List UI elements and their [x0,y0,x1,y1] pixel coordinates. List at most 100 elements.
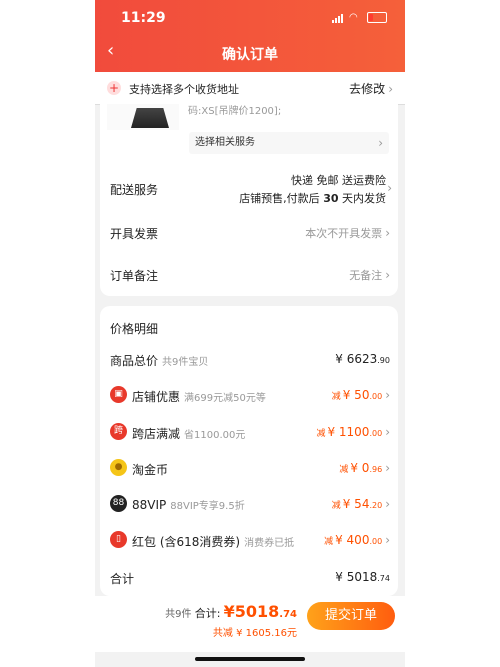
goods-total-label: 商品总价 共9件宝贝 [110,352,208,369]
delivery-suffix: 天内发货 [342,192,386,205]
88vip-icon: 88 [110,495,127,512]
value-int: ¥ 0 [350,461,370,475]
chevron-right-icon: › [387,181,392,195]
delivery-label: 配送服务 [110,183,159,197]
discount-label: 淘金币 [132,461,168,478]
discount-row-store[interactable]: ▣ 店铺优惠 满699元减50元等 减 ¥ 50.00 › [110,386,390,406]
crossstore-note: 省1100.00元 [184,430,246,441]
signal-icon [332,13,343,23]
address-bar[interactable]: + 支持选择多个收货地址 去修改 › [95,72,405,105]
value-int: ¥ 54 [342,497,370,511]
discount-row-redpacket[interactable]: ▯ 红包 (含618消费券) 消费券已抵 减 ¥ 400.00 › [110,531,390,551]
chevron-right-icon: › [385,497,390,511]
remark-value: 无备注 › [349,267,390,283]
value-int: ¥ 5018 [335,570,378,584]
value-int: ¥ 400 [335,533,370,547]
goods-total-value: ¥ 6623.90 [335,352,390,366]
chevron-right-icon: › [385,425,390,439]
discount-row-taojinbi[interactable]: ● 淘金币 减 ¥ 0.96 › [110,459,390,479]
discount-label: 店铺优惠 满699元减50元等 [132,388,266,405]
phone-screen: 11:29 ◠ ‹ 确认订单 + 支持选择多个收货地址 去修改 › 码:XS[吊牌… [95,0,405,667]
discount-label: 红包 (含618消费券) 消费券已抵 [132,533,294,550]
total-label: 合计: [194,607,221,620]
footer-total: 共9件 合计: ¥5018.74 [165,602,297,621]
delivery-days: 30 [323,192,339,205]
order-info-card: 码:XS[吊牌价1200]; 选择相关服务 › 配送服务 快递 免邮 送运费险 店… [100,104,398,296]
value-dec: .96 [369,465,383,474]
88vip-value: 减 ¥ 54.20 › [332,497,390,511]
skirt-image [131,108,169,128]
minus-prefix: 减 [331,501,341,511]
total-price: ¥5018.74 [224,602,297,621]
item-count: 共9件 [165,609,192,620]
goods-total-int: ¥ 6623 [335,352,378,366]
delivery-line2: 店铺预售,付款后 30 天内发货 [239,190,386,206]
chevron-right-icon: › [385,226,390,240]
redpacket-value: 减 ¥ 400.00 › [324,533,390,547]
goods-total-row: 商品总价 共9件宝贝 ¥ 6623.90 [110,350,390,370]
goods-total-dec: .90 [377,356,390,365]
remark-row[interactable]: 订单备注 无备注 › [110,267,390,284]
discount-row-crossstore[interactable]: 跨 跨店满减 省1100.00元 减 ¥ 1100.00 › [110,423,390,443]
store-icon: ▣ [110,386,127,403]
value-dec: .74 [377,574,390,583]
taojinbi-label: 淘金币 [132,463,169,477]
crossstore-value: 减 ¥ 1100.00 › [316,425,390,439]
checkout-footer: 共9件 合计: ¥5018.74 共减 ¥ 1605.16元 提交订单 [95,596,405,652]
value-int: ¥ 50 [342,388,370,402]
value-dec: .20 [369,501,383,510]
invoice-label: 开具发票 [110,227,159,241]
88vip-label: 88VIP [132,498,167,512]
taojinbi-value: 减 ¥ 0.96 › [339,461,390,475]
invoice-row[interactable]: 开具发票 本次不开具发票 › [110,225,390,242]
subtotal-label: 合计 [110,572,135,586]
page-title: 确认订单 [222,47,278,63]
minus-prefix: 减 [324,537,334,547]
status-icons: ◠ [332,12,387,23]
value-dec: .00 [369,429,383,438]
remark-text: 无备注 [349,269,383,282]
delivery-prefix: 店铺预售,付款后 [239,192,320,205]
wifi-icon: ◠ [349,11,358,23]
submit-order-button[interactable]: 提交订单 [307,602,395,630]
subtotal-value: ¥ 5018.74 [335,570,390,584]
product-image[interactable] [107,104,179,130]
taojinbi-coin-icon: ● [110,459,127,476]
minus-prefix: 减 [339,465,349,475]
invoice-value: 本次不开具发票 › [305,225,390,241]
subtotal-row: 合计 ¥ 5018.74 [110,568,390,588]
store-discount-note: 满699元减50元等 [184,393,266,404]
add-address-icon[interactable]: + [107,81,121,95]
invoice-text: 本次不开具发票 [305,227,383,240]
product-sku: 码:XS[吊牌价1200]; [188,106,282,117]
value-dec: .00 [369,392,383,401]
redpacket-label: 红包 (含618消费券) [132,535,241,549]
total-saved: 共减 ¥ 1605.16元 [212,628,297,639]
delivery-line1: 快递 免邮 送运费险 [291,174,386,187]
modify-address-link[interactable]: 去修改 › [349,80,393,97]
home-indicator[interactable] [195,657,305,661]
total-int: ¥5018 [223,602,280,621]
remark-label: 订单备注 [110,269,159,283]
cross-store-icon: 跨 [110,423,127,440]
select-service-button[interactable]: 选择相关服务 › [189,132,389,154]
chevron-right-icon: › [385,268,390,282]
red-packet-icon: ▯ [110,531,127,548]
88vip-note: 88VIP专享9.5折 [170,501,245,512]
goods-total-note: 共9件宝贝 [162,357,209,368]
price-detail-title: 价格明细 [110,322,159,336]
price-detail-card: 价格明细 商品总价 共9件宝贝 ¥ 6623.90 ▣ 店铺优惠 满699元减50元… [100,306,398,596]
minus-prefix: 减 [331,392,341,402]
address-hint: 支持选择多个收货地址 [129,83,239,96]
chevron-right-icon: › [388,82,393,96]
discount-label: 跨店满减 省1100.00元 [132,425,245,442]
discount-row-88vip[interactable]: 88 88VIP 88VIP专享9.5折 减 ¥ 54.20 › [110,495,390,515]
modify-label: 去修改 [349,82,386,96]
value-int: ¥ 1100 [327,425,370,439]
discount-label: 88VIP 88VIP专享9.5折 [132,497,245,512]
battery-icon [367,12,387,23]
chevron-right-icon: › [385,388,390,402]
store-discount-value: 减 ¥ 50.00 › [332,388,390,402]
minus-prefix: 减 [316,429,326,439]
status-time: 11:29 [121,10,166,26]
